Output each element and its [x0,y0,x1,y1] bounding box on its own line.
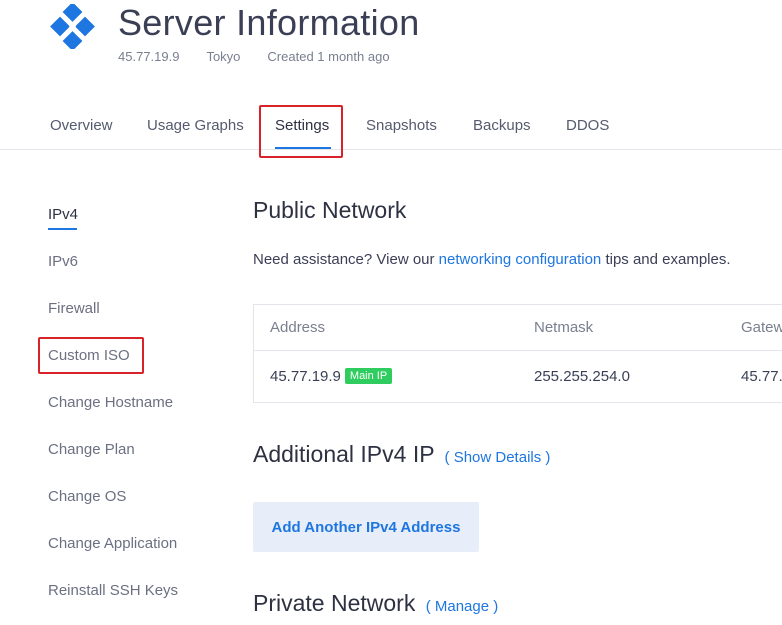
sidebar-item-change-os[interactable]: Change OS [48,488,126,505]
public-network-heading: Public Network [253,197,407,223]
assist-suffix: tips and examples. [601,251,731,268]
private-network-heading: Private Network ( Manage ) [253,590,498,617]
page-title: Server Information [118,2,420,43]
settings-tab-highlight [259,105,343,158]
server-created: Created 1 month ago [267,49,390,64]
assist-prefix: Need assistance? View our [253,251,439,268]
sidebar-item-change-plan[interactable]: Change Plan [48,441,135,458]
additional-ipv4-heading: Additional IPv4 IP ( Show Details ) [253,441,550,468]
vultr-logo-icon [50,2,95,51]
column-header-gateway: Gatew [741,319,782,336]
column-header-netmask: Netmask [534,319,594,336]
show-details-link[interactable]: ( Show Details ) [445,449,551,466]
sidebar-item-ipv4[interactable]: IPv4 [48,206,78,223]
server-location: Tokyo [206,49,241,64]
sidebar-item-ipv6[interactable]: IPv6 [48,253,78,270]
sidebar-item-reinstall-ssh-keys[interactable]: Reinstall SSH Keys [48,582,178,599]
assistance-text: Need assistance? View our networking con… [253,251,731,268]
ip-address-value: 45.77.19.9 [270,368,341,385]
tab-overview[interactable]: Overview [50,117,113,134]
tab-backups[interactable]: Backups [473,117,531,134]
private-network-title: Private Network [253,590,416,616]
networking-configuration-link[interactable]: networking configuration [439,251,602,268]
tab-usage-graphs[interactable]: Usage Graphs [147,117,244,134]
active-sidebar-indicator [48,228,77,230]
manage-link[interactable]: ( Manage ) [426,598,499,615]
tab-bar: Overview Usage Graphs Settings Snapshots… [0,103,782,150]
additional-ipv4-title: Additional IPv4 IP [253,441,435,467]
ip-address-cell: 45.77.19.9 Main IP [270,368,393,385]
netmask-cell: 255.255.254.0 [534,368,630,385]
column-header-address: Address [270,319,326,336]
sidebar-item-change-application[interactable]: Change Application [48,535,177,552]
public-network-table: Address Netmask Gatew 45.77.19.9 Main IP … [253,304,782,403]
sidebar-item-firewall[interactable]: Firewall [48,300,100,317]
add-ipv4-address-button[interactable]: Add Another IPv4 Address [253,502,479,552]
table-divider [254,350,782,351]
custom-iso-highlight [38,337,144,374]
server-ip: 45.77.19.9 [118,49,180,64]
tab-snapshots[interactable]: Snapshots [366,117,437,134]
sidebar-item-change-hostname[interactable]: Change Hostname [48,394,173,411]
server-meta: 45.77.19.9 Tokyo Created 1 month ago [118,49,390,64]
gateway-cell: 45.77. [741,368,782,385]
tab-ddos[interactable]: DDOS [566,117,609,134]
main-ip-badge: Main IP [344,368,393,384]
